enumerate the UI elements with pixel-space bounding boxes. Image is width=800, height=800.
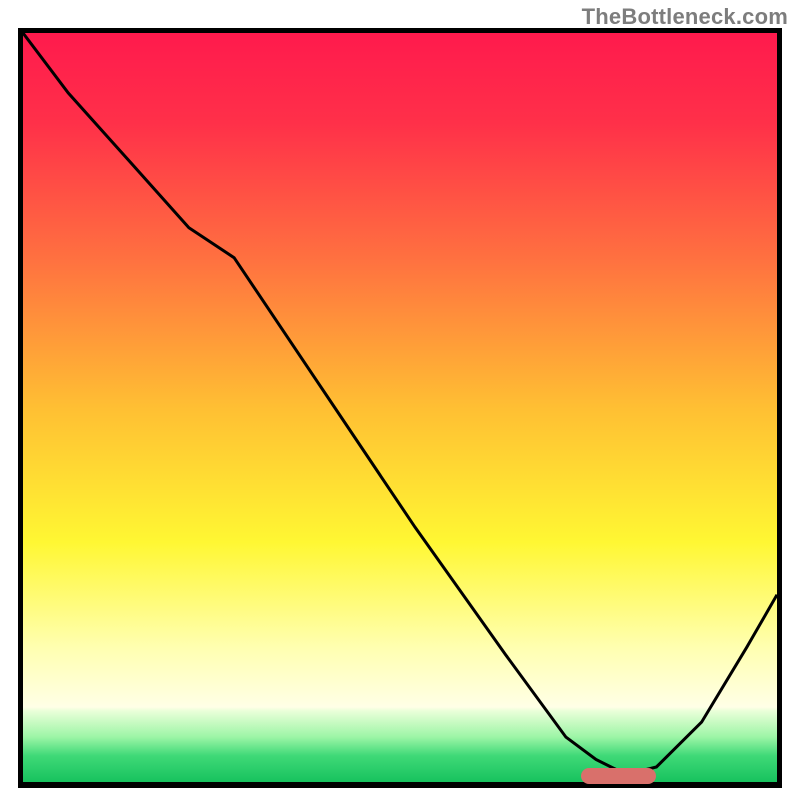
chart-frame [18,28,782,788]
chart-canvas [23,33,777,782]
watermark-text: TheBottleneck.com [582,4,788,30]
target-marker [581,768,656,784]
gradient-background [23,33,777,782]
